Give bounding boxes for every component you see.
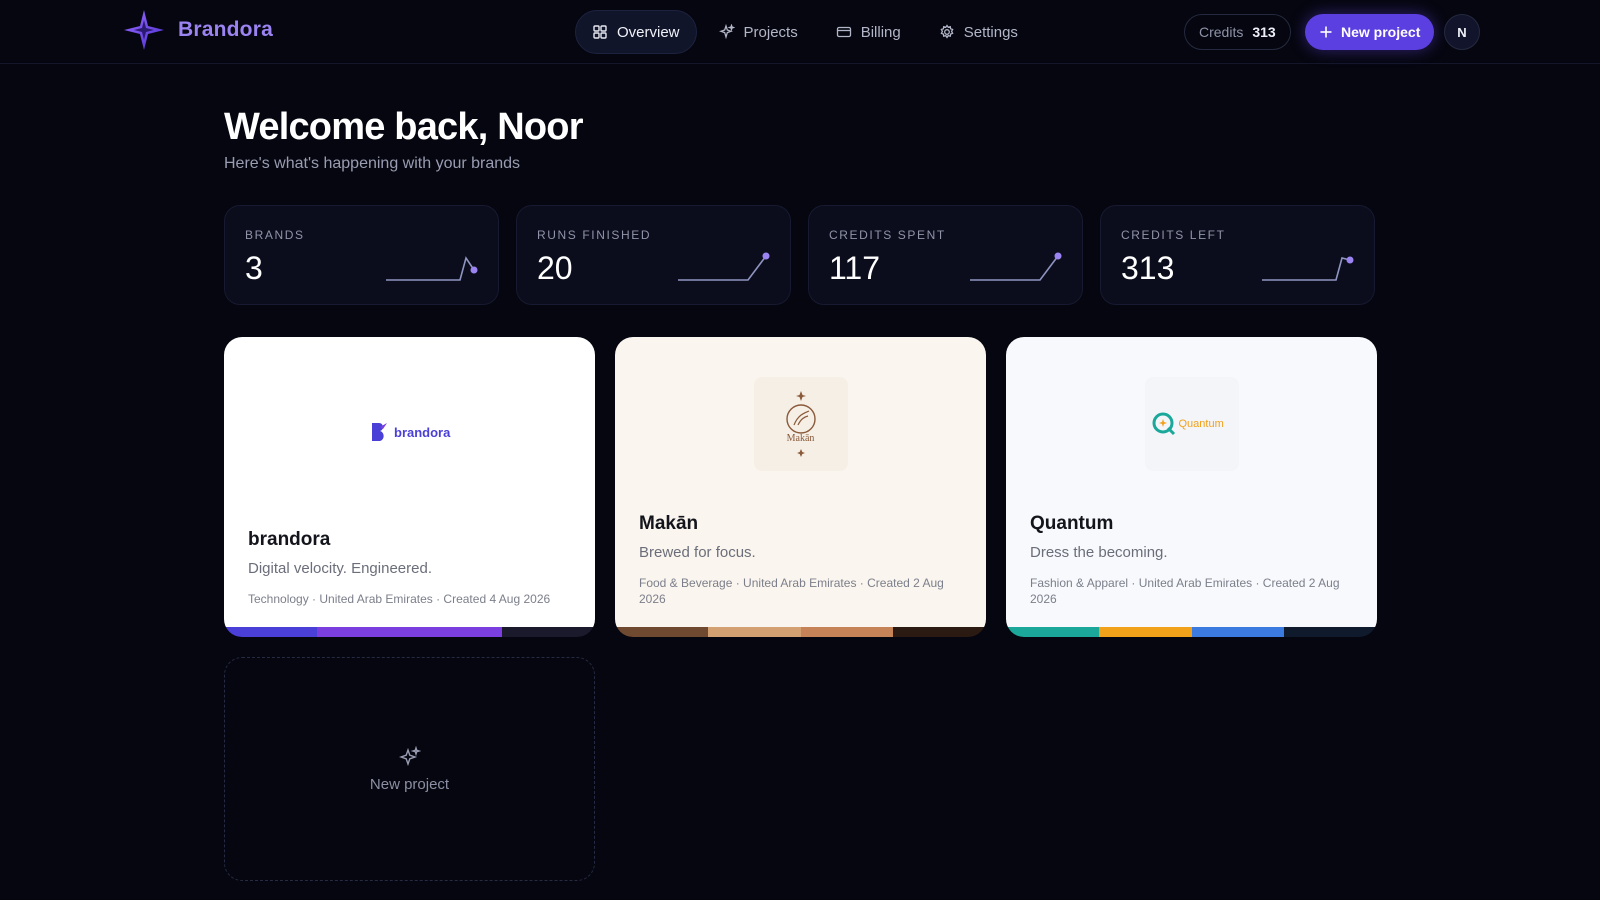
card-title: Makān xyxy=(639,513,699,534)
card-tagline: Digital velocity. Engineered. xyxy=(248,560,432,577)
credits-label: Credits xyxy=(1199,24,1244,40)
makan-logo: Makān xyxy=(753,377,848,471)
sparkline-icon xyxy=(970,252,1062,281)
quantum-logo: Quantum xyxy=(1144,377,1239,471)
brand-card-quantum[interactable]: Quantum Quantum Dress the becoming. Fash… xyxy=(1006,337,1377,637)
stat-card-credits-spent: CREDITS SPENT 117 xyxy=(808,205,1083,305)
makan-emblem-icon xyxy=(785,391,816,457)
nav-settings-label: Settings xyxy=(963,23,1018,41)
quantum-logo-mark: Quantum xyxy=(1151,411,1224,437)
page-title: Welcome back, Noor xyxy=(224,106,583,148)
palette-swatch xyxy=(1098,627,1192,637)
card-meta: Technology · United Arab Emirates · Crea… xyxy=(248,592,551,606)
card-meta: Fashion & Apparel · United Arab Emirates… xyxy=(1030,576,1340,606)
card-tagline: Dress the becoming. xyxy=(1030,544,1168,561)
nav-settings[interactable]: Settings xyxy=(923,10,1034,54)
stat-label: CREDITS LEFT xyxy=(1121,228,1226,242)
brand-card-brandora[interactable]: brandora brandora Digital velocity. Engi… xyxy=(224,337,595,637)
nav-billing[interactable]: Billing xyxy=(820,10,917,54)
stat-card-brands: BRANDS 3 xyxy=(224,205,499,305)
nav-billing-label: Billing xyxy=(860,23,901,41)
welcome-section: Welcome back, Noor Here's what's happeni… xyxy=(224,106,583,173)
palette-bar xyxy=(615,627,986,637)
sparkline-icon xyxy=(1262,256,1354,281)
new-project-card-label: New project xyxy=(369,775,450,793)
new-project-card[interactable]: New project xyxy=(224,657,595,881)
card-body: Makān Makān Brewed for focus. Food & Bev… xyxy=(615,337,986,627)
stat-label: RUNS FINISHED xyxy=(537,228,652,242)
grid-icon xyxy=(593,25,607,39)
user-avatar[interactable]: N xyxy=(1444,14,1480,50)
sparkle-icon xyxy=(398,745,421,766)
plus-icon xyxy=(1320,26,1332,38)
new-project-label: New project xyxy=(1341,24,1421,40)
palette-swatch xyxy=(707,627,801,637)
brandora-logo-text: brandora xyxy=(394,424,451,440)
brand-name: Brandora xyxy=(178,18,273,41)
palette-swatch xyxy=(1284,627,1377,637)
palette-swatch xyxy=(224,627,317,637)
nav-overview-label: Overview xyxy=(617,23,680,41)
card-tagline: Brewed for focus. xyxy=(639,544,756,561)
sparkline-icon xyxy=(678,252,770,281)
card-title: Quantum xyxy=(1030,513,1114,534)
makan-logo-text: Makān xyxy=(786,433,815,444)
palette-swatch xyxy=(893,627,986,637)
brandora-logo: brandora xyxy=(369,421,450,443)
palette-swatch xyxy=(502,627,595,637)
card-meta: Food & Beverage · United Arab Emirates ·… xyxy=(639,576,944,606)
card-body: brandora brandora Digital velocity. Engi… xyxy=(224,337,595,627)
brandora-b-icon xyxy=(372,423,387,441)
top-bar: Brandora Overview Projects Billing Setti… xyxy=(0,0,1600,64)
palette-swatch xyxy=(409,627,503,637)
palette-swatch xyxy=(1191,627,1285,637)
gear-icon xyxy=(940,24,954,39)
stat-label: BRANDS xyxy=(245,228,305,242)
stats-row: BRANDS 3 RUNS FINISHED 20 CREDITS SPENT … xyxy=(224,205,1375,305)
card-body: Quantum Quantum Dress the becoming. Fash… xyxy=(1006,337,1377,627)
card-title: brandora xyxy=(248,529,331,550)
stat-label: CREDITS SPENT xyxy=(829,228,946,242)
palette-bar xyxy=(224,627,595,637)
brand-star-icon xyxy=(124,10,164,50)
sparkle-icon xyxy=(718,24,735,40)
palette-swatch xyxy=(316,627,410,637)
app-logo[interactable]: Brandora xyxy=(122,8,273,52)
stat-card-credits-left: CREDITS LEFT 313 xyxy=(1100,205,1375,305)
palette-swatch xyxy=(800,627,894,637)
nav-overview[interactable]: Overview xyxy=(575,10,697,54)
page-subtitle: Here's what's happening with your brands xyxy=(224,155,521,172)
palette-swatch xyxy=(615,627,708,637)
credits-value: 313 xyxy=(1252,24,1276,40)
palette-swatch xyxy=(1006,627,1099,637)
card-icon xyxy=(836,26,851,38)
quantum-logo-text: Quantum xyxy=(1178,418,1224,430)
stat-card-runs: RUNS FINISHED 20 xyxy=(516,205,791,305)
nav-projects[interactable]: Projects xyxy=(703,10,814,54)
new-project-button[interactable]: New project xyxy=(1305,14,1435,50)
brand-card-makan[interactable]: Makān Makān Brewed for focus. Food & Bev… xyxy=(615,337,986,637)
palette-bar xyxy=(1006,627,1377,637)
quantum-q-icon xyxy=(1152,412,1175,436)
credits-badge[interactable]: Credits 313 xyxy=(1184,14,1291,50)
nav-projects-label: Projects xyxy=(743,23,798,41)
sparkline-icon xyxy=(386,256,478,281)
main-nav: Overview Projects Billing Settings xyxy=(575,10,1034,54)
